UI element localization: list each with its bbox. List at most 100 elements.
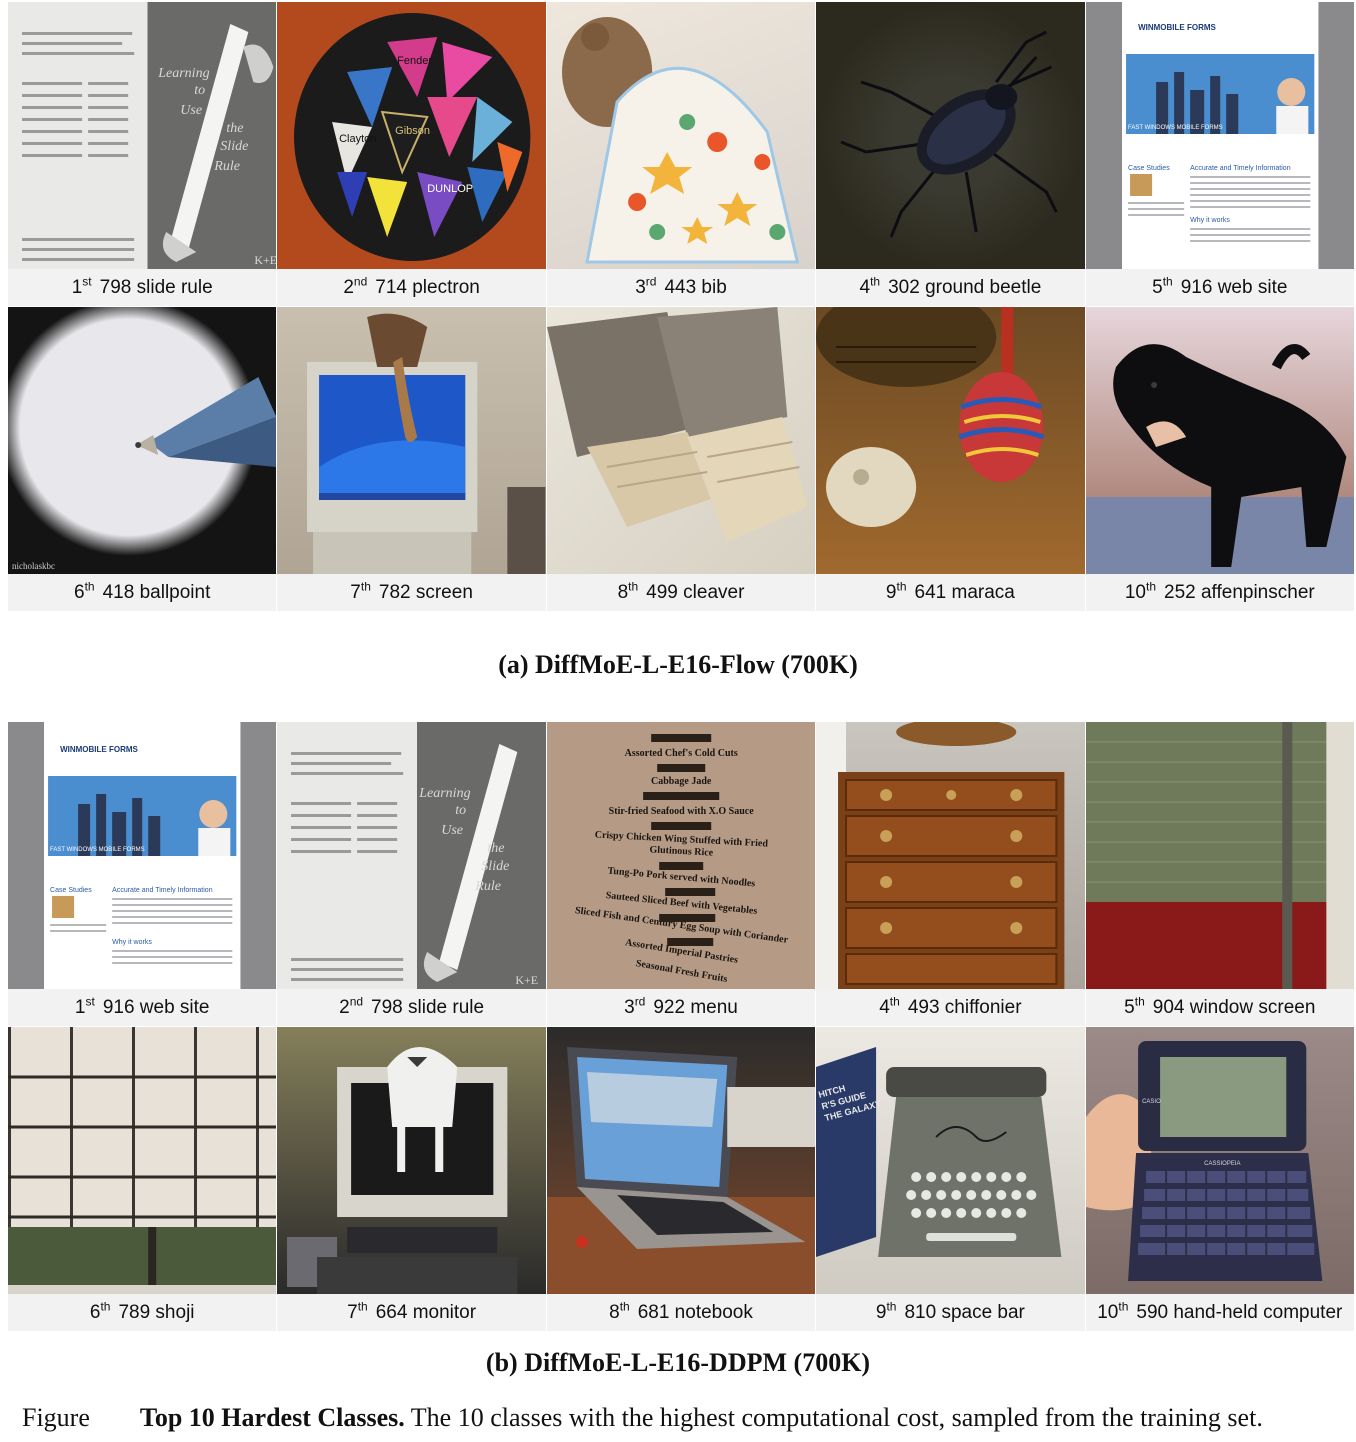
class-label: 3rd 443 bib bbox=[546, 269, 816, 306]
website-accurate: Accurate and Timely Information bbox=[112, 887, 213, 894]
panel-a-row-1: Learning to Use the Slide Rule K+E 1st 7… bbox=[8, 2, 1354, 306]
subcaption-a: (a) DiffMoE-L-E16-Flow (700K) bbox=[498, 650, 858, 679]
panel-a-cell-8: 8th 499 cleaver bbox=[546, 307, 816, 611]
panel-b-grid: WINMOBILE FORMS FAST WINDOWS MOBILE FORM… bbox=[8, 722, 1354, 1331]
class-label: 8th 681 notebook bbox=[546, 1294, 816, 1331]
figure-caption-title: Top 10 Hardest Classes. bbox=[139, 1403, 405, 1432]
notebook-image bbox=[546, 1027, 816, 1294]
class-label: 8th 499 cleaver bbox=[546, 574, 816, 611]
class-label: 6th 789 shoji bbox=[8, 1294, 277, 1331]
beetle-image bbox=[816, 2, 1085, 269]
slide-rule-image: Learning to Use the Slide Rule K+E bbox=[277, 722, 546, 989]
website-why: Why it works bbox=[112, 939, 152, 946]
slide-rule-title-1: Learning bbox=[157, 66, 209, 81]
panel-a-cell-3: 3rd 443 bib bbox=[546, 2, 816, 306]
plectron-text-clayton: Clayton bbox=[339, 133, 376, 145]
dog-image bbox=[1085, 307, 1354, 574]
panel-a-cell-2: Fender Gibson Clayton DUNLOP 2nd 714 ple… bbox=[277, 2, 546, 306]
class-label: 10th 252 affenpinscher bbox=[1085, 574, 1354, 611]
slide-rule-title-5: Slide bbox=[220, 139, 248, 154]
class-label: 1st 916 web site bbox=[8, 989, 277, 1026]
plectron-text-gibson: Gibson bbox=[396, 125, 431, 137]
slide-rule-title-6: Rule bbox=[475, 879, 502, 894]
slide-rule-image: Learning to Use the Slide Rule K+E bbox=[8, 2, 277, 269]
class-label: 2nd 714 plectron bbox=[277, 269, 546, 306]
panel-b-cell-8: 8th 681 notebook bbox=[546, 1027, 816, 1331]
panel-a-cell-1: Learning to Use the Slide Rule K+E 1st 7… bbox=[8, 2, 277, 306]
cleaver-image bbox=[546, 307, 816, 574]
panel-a-row-2: nicholaskbc 6th 418 ballpoint 7th 782 sc… bbox=[8, 307, 1354, 611]
typewriter-image: HITCH R'S GUIDE THE GALAXY bbox=[816, 1027, 1085, 1294]
class-label: 3rd 922 menu bbox=[546, 989, 816, 1026]
website-accurate: Accurate and Timely Information bbox=[1190, 165, 1291, 172]
figure-label: Figure bbox=[22, 1403, 90, 1432]
class-label: 9th 810 space bar bbox=[816, 1294, 1085, 1331]
monitor-image bbox=[277, 1027, 546, 1294]
guitar-picks-image: Fender Gibson Clayton DUNLOP bbox=[277, 2, 546, 269]
casio-logo: CASIO bbox=[1142, 1099, 1161, 1105]
website-logo-text: WINMOBILE FORMS bbox=[1138, 23, 1216, 32]
panel-b-cell-9: HITCH R'S GUIDE THE GALAXY 9th 810 space… bbox=[816, 1027, 1085, 1331]
chiffonier-image bbox=[816, 722, 1085, 989]
website-image: WINMOBILE FORMS FAST WINDOWS MOBILE FORM… bbox=[8, 722, 277, 989]
panel-b-cell-5: 5th 904 window screen bbox=[1085, 722, 1354, 1026]
class-label: 5th 916 web site bbox=[1085, 269, 1354, 306]
class-label: 7th 664 monitor bbox=[277, 1294, 546, 1331]
figure-caption-text: The 10 classes with the highest computat… bbox=[404, 1403, 1263, 1432]
slide-rule-title-3: Use bbox=[442, 823, 464, 838]
panel-b-cell-6: 6th 789 shoji bbox=[8, 1027, 277, 1331]
class-label: 7th 782 screen bbox=[277, 574, 546, 611]
class-label: 5th 904 window screen bbox=[1085, 989, 1354, 1026]
panel-b-cell-2: Learning to Use the Slide Rule K+E 2nd 7… bbox=[277, 722, 546, 1026]
cassiopeia-logo: CASSIOPEIA bbox=[1204, 1161, 1240, 1167]
panel-a-cell-6: nicholaskbc 6th 418 ballpoint bbox=[8, 307, 277, 611]
panel-a-cell-5: WINMOBILE FORMS FAST WINDOWS MOBILE FORM… bbox=[1085, 2, 1354, 306]
class-label: 6th 418 ballpoint bbox=[8, 574, 277, 611]
menu-line-3: Stir-fried Seafood with X.O Sauce bbox=[608, 806, 754, 817]
plectron-text-fender: Fender bbox=[398, 55, 433, 67]
bib-image bbox=[546, 2, 816, 269]
shoji-image bbox=[8, 1027, 277, 1294]
panel-b-cell-3: Assorted Chef's Cold Cuts Cabbage Jade S… bbox=[546, 722, 816, 1026]
panel-a-cell-4: 4th 302 ground beetle bbox=[816, 2, 1085, 306]
figure-caption: Figure Top 10 Hardest Classes. The 10 cla… bbox=[22, 1403, 1352, 1433]
plectron-text-dunlop: DUNLOP bbox=[428, 183, 474, 195]
slide-rule-title-4: the bbox=[226, 121, 243, 136]
menu-line-2: Cabbage Jade bbox=[651, 776, 712, 787]
panel-a-cell-7: 7th 782 screen bbox=[277, 307, 546, 611]
slide-rule-title-2: to bbox=[456, 803, 467, 818]
ballpoint-watermark: nicholaskbc bbox=[12, 561, 55, 571]
website-image: WINMOBILE FORMS FAST WINDOWS MOBILE FORM… bbox=[1085, 2, 1354, 269]
panel-b-cell-7: 7th 664 monitor bbox=[277, 1027, 546, 1331]
class-label: 4th 493 chiffonier bbox=[816, 989, 1085, 1026]
class-label: 4th 302 ground beetle bbox=[816, 269, 1085, 306]
panel-b-cell-1: WINMOBILE FORMS FAST WINDOWS MOBILE FORM… bbox=[8, 722, 277, 1026]
panel-b-row-2: 6th 789 shoji 7th 664 monitor 8th 681 no… bbox=[8, 1027, 1354, 1331]
website-case-studies: Case Studies bbox=[1128, 165, 1170, 172]
class-label: 9th 641 maraca bbox=[816, 574, 1085, 611]
subcaption-b: (b) DiffMoE-L-E16-DDPM (700K) bbox=[485, 1348, 871, 1377]
menu-image: Assorted Chef's Cold Cuts Cabbage Jade S… bbox=[546, 722, 816, 989]
window-screen-image bbox=[1085, 722, 1354, 989]
panel-b-row-1: WINMOBILE FORMS FAST WINDOWS MOBILE FORM… bbox=[8, 722, 1354, 1026]
menu-line-1: Assorted Chef's Cold Cuts bbox=[624, 748, 737, 759]
ballpoint-image: nicholaskbc bbox=[8, 307, 277, 574]
website-case-studies: Case Studies bbox=[50, 887, 92, 894]
panel-a-cell-10: 10th 252 affenpinscher bbox=[1085, 307, 1354, 611]
slide-rule-title-5: Slide bbox=[482, 859, 510, 874]
website-logo-text: WINMOBILE FORMS bbox=[60, 745, 138, 754]
website-why: Why it works bbox=[1190, 217, 1230, 224]
slide-rule-title-4: the bbox=[488, 841, 505, 856]
maraca-image bbox=[816, 307, 1085, 574]
class-label: 1st 798 slide rule bbox=[8, 269, 277, 306]
slide-rule-title-6: Rule bbox=[213, 159, 240, 174]
handheld-computer-image: CASIO CASSIOPEIA bbox=[1085, 1027, 1354, 1294]
slide-rule-title-2: to bbox=[194, 83, 205, 98]
slide-rule-logo: K+E bbox=[516, 973, 539, 987]
panel-a-cell-9: 9th 641 maraca bbox=[816, 307, 1085, 611]
slide-rule-logo: K+E bbox=[254, 253, 276, 267]
crt-screen-image bbox=[277, 307, 546, 574]
website-banner-text: FAST WINDOWS MOBILE FORMS bbox=[1128, 125, 1223, 131]
website-banner-text: FAST WINDOWS MOBILE FORMS bbox=[50, 847, 145, 853]
menu-line-5: Glutinous Rice bbox=[649, 844, 714, 858]
